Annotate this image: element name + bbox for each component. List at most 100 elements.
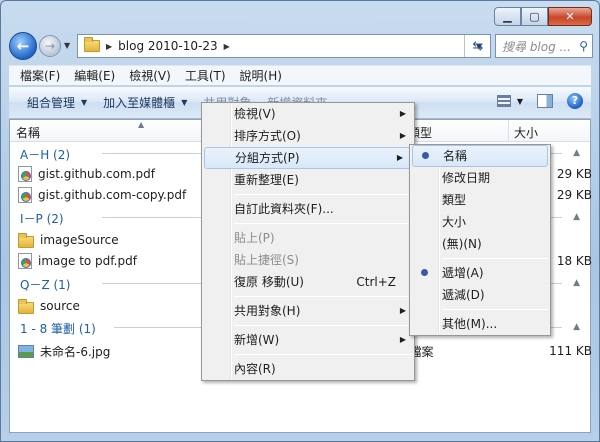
menu-item-label: 內容(R) [234,362,276,376]
menu-item-label: 共用對象(H) [234,304,301,318]
shortcut-label: Ctrl+Z [356,275,396,289]
list-item[interactable]: image to pdf.pdf 18 KB [18,251,592,271]
organize-button[interactable]: 組合管理 ▼ [19,94,95,111]
pdf-icon [18,253,32,269]
address-bar[interactable]: ▶ blog 2010-10-23 ▶ ▼ [77,34,491,58]
chevron-down-icon[interactable]: ▼ [517,97,523,106]
submenu-arrow-icon: ▶ [399,131,406,140]
refresh-button[interactable]: ⇆ [464,35,491,57]
list-item[interactable]: gist.github.com.pdf 29 KB [18,164,592,184]
menu-item-share-with[interactable]: 共用對象(H) ▶ [202,300,414,322]
menu-item-label: 大小 [442,215,467,229]
collapse-icon[interactable]: ▲ [573,148,580,158]
refresh-icon: ⇆ [472,38,484,54]
change-view-icon[interactable] [496,95,511,107]
radio-selected-icon [422,152,429,159]
forward-button[interactable]: → [39,35,61,57]
list-item[interactable]: 未命名-6.jpg 5 檔案 111 KB [18,341,592,361]
menu-item-label: 類型 [442,193,467,207]
navigation-bar: ← → ▼ ▶ blog 2010-10-23 ▶ ▼ ⇆ 搜尋 blog ..… [9,32,593,60]
breadcrumb-current[interactable]: blog 2010-10-23 [118,39,217,53]
column-divider[interactable] [508,120,509,142]
menu-item-paste-shortcut[interactable]: 貼上捷徑(S) [202,249,414,271]
minimize-button[interactable]: ▁ [494,7,521,26]
submenu-item-descending[interactable]: 遞減(D) [410,284,550,306]
sort-ascending-icon: ▲ [138,120,145,129]
menu-view[interactable]: 檢視(V) [122,67,178,84]
search-icon[interactable]: ⚲ [579,39,588,53]
menu-item-customize-folder[interactable]: 自訂此資料夾(F)... [202,198,414,220]
pdf-icon [18,166,32,182]
caption-buttons: ▁ ▢ ✕ [494,7,592,26]
group-header[interactable]: Q－Z (1) [20,276,70,293]
menu-item-label: 分組方式(P) [235,151,300,165]
search-input[interactable]: 搜尋 blog ... ⚲ [495,34,593,58]
file-name: gist.github.com.pdf [38,167,155,181]
menu-item-new[interactable]: 新增(W) ▶ [202,329,414,351]
menu-file[interactable]: 檔案(F) [13,67,67,84]
context-menu: 檢視(V) ▶ 排序方式(O) ▶ 分組方式(P) ▶ 重新整理(E) 自訂此資料夾(… [201,102,415,381]
collapse-icon[interactable]: ▲ [573,322,580,332]
image-icon [18,344,34,358]
group-label: 1 - 8 筆劃 (1) [20,322,96,336]
list-item[interactable]: source [18,296,80,316]
menu-tools[interactable]: 工具(T) [178,67,233,84]
submenu-item-more[interactable]: 其他(M)... [410,313,550,335]
list-item[interactable]: imageSource [18,230,119,250]
preview-pane-icon[interactable] [537,94,553,108]
menu-item-label: 復原 移動(U) [234,275,304,289]
organize-label: 組合管理 [27,96,76,110]
back-button[interactable]: ← [9,32,37,60]
close-button[interactable]: ✕ [548,7,592,26]
menu-edit[interactable]: 編輯(E) [67,67,122,84]
menu-item-properties[interactable]: 內容(R) [202,358,414,380]
column-size[interactable]: 大小 [514,124,538,141]
submenu-item-date-modified[interactable]: 修改日期 [410,167,550,189]
menu-item-label: 名稱 [443,149,468,163]
view-controls: ▼ ? [496,93,583,109]
search-placeholder: 搜尋 blog ... [502,39,571,54]
submenu-item-name[interactable]: 名稱 [412,145,548,167]
menu-separator [234,223,412,224]
group-by-submenu: 名稱 修改日期 類型 大小 (無)(N) 遞增(A) 遞減(D) 其他(M)..… [409,144,551,336]
menu-item-paste[interactable]: 貼上(P) [202,227,414,249]
file-name: image to pdf.pdf [38,254,137,268]
breadcrumb-arrow-icon[interactable]: ▶ [106,42,112,51]
menu-item-label: 貼上(P) [234,231,275,245]
menu-item-sort-by[interactable]: 排序方式(O) ▶ [202,125,414,147]
file-name: imageSource [40,233,119,247]
breadcrumb-arrow-icon[interactable]: ▶ [224,42,230,51]
submenu-item-none[interactable]: (無)(N) [410,233,550,255]
menu-item-refresh[interactable]: 重新整理(E) [202,169,414,191]
menu-item-label: 自訂此資料夾(F)... [234,202,334,216]
column-name[interactable]: 名稱 [16,124,40,141]
submenu-item-size[interactable]: 大小 [410,211,550,233]
maximize-button[interactable]: ▢ [521,7,548,26]
group-header[interactable]: I－P (2) [20,210,64,227]
submenu-arrow-icon: ▶ [396,153,403,162]
help-icon[interactable]: ? [567,93,583,109]
menu-item-label: 重新整理(E) [234,173,299,187]
submenu-item-type[interactable]: 類型 [410,189,550,211]
menu-item-group-by[interactable]: 分組方式(P) ▶ [204,147,412,169]
menu-item-label: 新增(W) [234,333,280,347]
group-label: A－H (2) [20,148,71,162]
recent-pages-dropdown[interactable]: ▼ [64,41,70,50]
collapse-icon[interactable]: ▲ [573,212,580,222]
menu-item-view[interactable]: 檢視(V) ▶ [202,103,414,125]
file-name: source [40,299,80,313]
submenu-item-ascending[interactable]: 遞增(A) [410,262,550,284]
add-to-library-button[interactable]: 加入至媒體櫃 ▼ [95,94,195,111]
list-item[interactable]: gist.github.com-copy.pdf 29 KB [18,185,592,205]
group-header[interactable]: 1 - 8 筆劃 (1) [20,320,96,337]
minimize-icon: ▁ [503,10,512,23]
collapse-icon[interactable]: ▲ [573,278,580,288]
group-header[interactable]: A－H (2) [20,146,70,163]
menu-help[interactable]: 說明(H) [233,67,289,84]
menu-separator [234,194,412,195]
menu-item-undo-move[interactable]: 復原 移動(U) Ctrl+Z [202,271,414,293]
folder-icon [84,37,100,52]
menu-item-label: 貼上捷徑(S) [234,253,299,267]
menu-separator [234,296,412,297]
group-label: Q－Z (1) [20,278,71,292]
